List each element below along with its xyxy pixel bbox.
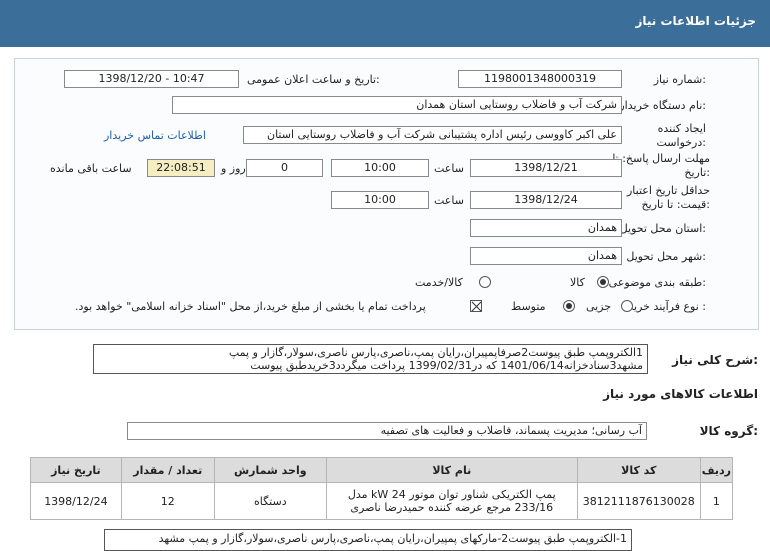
need-number-field: 1198001348000319 [458, 70, 622, 88]
days-label: روز و [221, 162, 246, 175]
validity-time-label: ساعت [434, 194, 464, 207]
cell-code: 3812111876130028 [576, 482, 701, 520]
goods-group-field: آب رسانی؛ مدیریت پسماند، فاضلاب و فعالیت… [127, 422, 647, 440]
cell-name: پمپ الکتریکی شناور توان موتور kW 24 مدل … [325, 482, 578, 520]
category-goods-service-radio[interactable] [479, 276, 491, 288]
cell-date: 1398/12/24 [30, 482, 122, 520]
process-medium-label: متوسط [511, 300, 546, 313]
process-partial-label: جزیی [586, 300, 612, 313]
province-field: همدان [470, 219, 622, 237]
category-goods-label: کالا [570, 276, 585, 289]
col-header-row-number: ردیف [699, 457, 734, 483]
cell-unit: دستگاه [213, 482, 327, 520]
city-field: همدان [470, 247, 622, 265]
col-header-unit: واحد شمارش [213, 457, 327, 483]
deadline-time-field: 10:00 [331, 159, 429, 177]
description-text: 1الکتروپمپ طبق پیوست2صرفاپمپیران،رایان پ… [93, 344, 648, 374]
process-medium-radio[interactable] [563, 300, 575, 312]
goods-group-label: گروه کالا: [699, 424, 758, 438]
validity-date-field: 1398/12/24 [470, 191, 622, 209]
cell-row-number: 1 [699, 482, 734, 520]
payment-treasury-checkbox[interactable] [470, 300, 482, 312]
announce-label: تاریخ و ساعت اعلان عمومی: [247, 73, 380, 86]
buyer-contact-link[interactable]: اطلاعات تماس خریدار [104, 129, 206, 142]
footer-note: 1-الکتروپمپ طبق پیوست2-مارکهای پمپیران،ر… [104, 529, 632, 551]
page-header: جزئیات اطلاعات نیاز [0, 0, 770, 47]
need-number-label: شماره نیاز: [653, 73, 706, 86]
deadline-time-label: ساعت [434, 162, 464, 175]
city-label: شهر محل تحویل: [626, 250, 706, 263]
page-title: جزئیات اطلاعات نیاز [635, 14, 756, 28]
buyer-field: شرکت آب و فاضلاب روستایی استان همدان [172, 96, 622, 114]
col-header-date: تاریخ نیاز [30, 457, 122, 483]
table-header-row: ردیف کد کالا نام کالا واحد شمارش تعداد /… [30, 457, 734, 483]
col-header-name: نام کالا [325, 457, 578, 483]
description-label: شرح کلی نیاز: [672, 353, 758, 367]
announce-field: 1398/12/20 - 10:47 [64, 70, 239, 88]
deadline-date-field: 1398/12/21 [470, 159, 622, 177]
category-label: طبقه بندی موضوعی: [608, 276, 706, 289]
col-header-quantity: تعداد / مقدار [120, 457, 215, 483]
creator-field: علی اکبر کاووسی رئیس اداره پشتیبانی شرکت… [243, 126, 622, 144]
cell-quantity: 12 [120, 482, 215, 520]
payment-note: پرداخت تمام یا بخشی از مبلغ خرید،از محل … [75, 300, 426, 313]
validity-time-field: 10:00 [331, 191, 429, 209]
col-header-code: کد کالا [576, 457, 701, 483]
category-goods-radio[interactable] [597, 276, 609, 288]
process-partial-radio[interactable] [621, 300, 633, 312]
remaining-time-field: 22:08:51 [147, 159, 215, 177]
items-table: ردیف کد کالا نام کالا واحد شمارش تعداد /… [30, 457, 734, 520]
remaining-label: ساعت باقی مانده [50, 162, 132, 175]
table-row: 1 3812111876130028 پمپ الکتریکی شناور تو… [30, 482, 734, 520]
days-field: 0 [246, 159, 323, 177]
process-label: نوع فرآیند خرید : [628, 300, 706, 313]
category-goods-service-label: کالا/خدمت [415, 276, 463, 289]
buyer-label: نام دستگاه خریدار: [619, 99, 706, 112]
province-label: استان محل تحویل: [619, 222, 706, 235]
goods-section-title: اطلاعات کالاهای مورد نیاز [603, 387, 758, 401]
